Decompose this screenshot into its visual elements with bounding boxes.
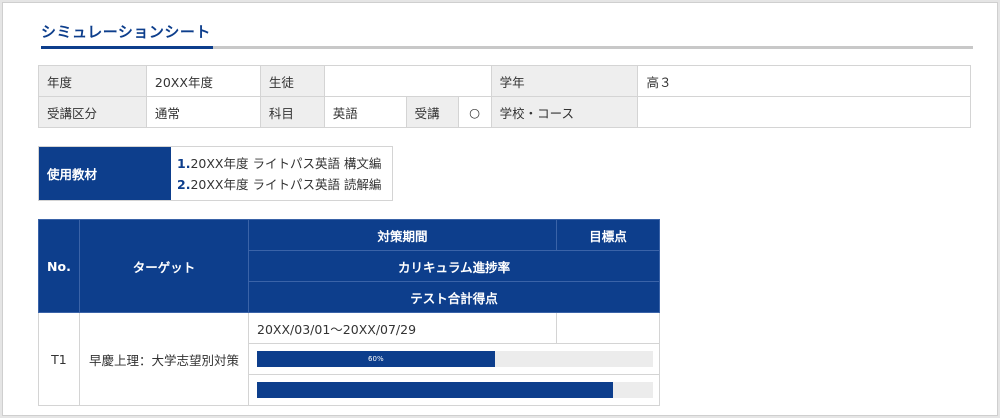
materials-box: 使用教材 1.20XX年度 ライトパス英語 構文編 2.20XX年度 ライトパス… (38, 146, 393, 201)
header-test-total: テスト合計得点 (248, 281, 660, 313)
material-text: 20XX年度 ライトパス英語 読解編 (190, 177, 382, 192)
page-title: シミュレーションシート (41, 23, 211, 41)
course-type-value: 通常 (145, 96, 261, 128)
material-item: 2.20XX年度 ライトパス英語 読解編 (177, 174, 381, 195)
subject-value: 英語 (323, 96, 407, 128)
subject-label: 科目 (259, 96, 325, 128)
header-goal: 目標点 (555, 219, 661, 251)
material-number: 1. (177, 156, 191, 171)
attend-label: 受講 (405, 96, 459, 128)
year-label: 年度 (38, 65, 147, 97)
table-row: T1 早慶上理：大学志望別対策 20XX/03/01～20XX/07/29 (38, 312, 661, 406)
target-table: No. ターゲット 対策期間 目標点 カリキュラム進捗率 テスト合計得点 T1 … (38, 219, 661, 406)
progress-bar: 60% (257, 351, 654, 367)
material-item: 1.20XX年度 ライトパス英語 構文編 (177, 153, 381, 174)
year-value: 20XX年度 (145, 65, 261, 97)
row-period: 20XX/03/01～20XX/07/29 (248, 312, 557, 344)
grade-label: 学年 (490, 65, 639, 97)
materials-list: 1.20XX年度 ライトパス英語 構文編 2.20XX年度 ライトパス英語 読解… (171, 147, 381, 200)
header-target: ターゲット (78, 219, 250, 313)
header-progress: カリキュラム進捗率 (248, 250, 660, 282)
test-total-cell (248, 374, 660, 406)
student-label: 生徒 (259, 65, 325, 97)
progress-cell: 60% (248, 343, 660, 375)
title-accent (41, 46, 213, 49)
test-total-bar (257, 382, 654, 398)
target-header-row-1: No. ターゲット 対策期間 目標点 (38, 219, 661, 313)
material-text: 20XX年度 ライトパス英語 構文編 (190, 156, 382, 171)
header-no: No. (38, 219, 80, 313)
student-info-table: 年度 20XX年度 生徒 学年 高３ 受講区分 通常 科目 英語 受講 ○ 学校… (38, 65, 971, 128)
header-period: 対策期間 (248, 219, 557, 251)
progress-percent-label: 60% (368, 355, 384, 363)
row-goal (555, 312, 661, 344)
material-number: 2. (177, 177, 191, 192)
school-label: 学校・コース (490, 96, 639, 128)
student-value[interactable] (323, 65, 492, 97)
row-no: T1 (38, 312, 80, 406)
materials-label: 使用教材 (39, 147, 171, 200)
course-type-label: 受講区分 (38, 96, 147, 128)
school-value[interactable] (637, 96, 971, 128)
row-target: 早慶上理：大学志望別対策 (78, 312, 250, 406)
grade-value: 高３ (637, 65, 971, 97)
info-row-2: 受講区分 通常 科目 英語 受講 ○ 学校・コース (38, 96, 971, 128)
attend-value: ○ (457, 96, 492, 128)
test-total-bar-fill (257, 382, 614, 398)
info-row-1: 年度 20XX年度 生徒 学年 高３ (38, 65, 971, 97)
